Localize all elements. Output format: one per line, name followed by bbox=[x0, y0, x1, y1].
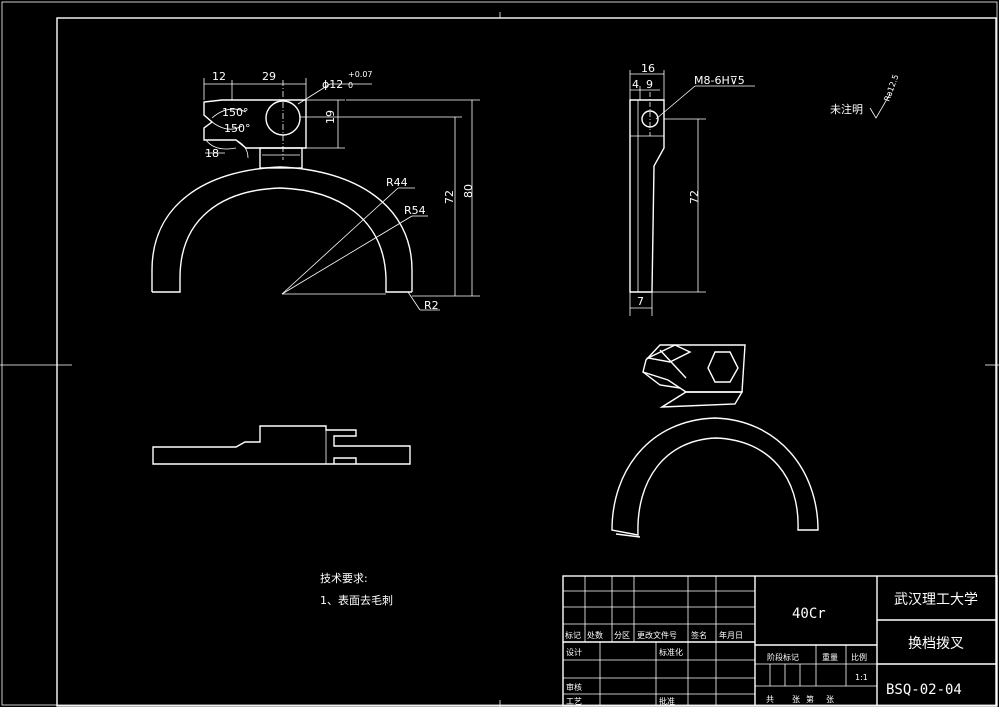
label-pizhun: 批准 bbox=[659, 696, 675, 706]
title-block-text: 40Cr 武汉理工大学 换档拨叉 BSQ-02-04 标记 处数 分区 更改文件… bbox=[565, 592, 978, 706]
dim-r54: R54 bbox=[404, 204, 426, 217]
dim-72-side: 72 bbox=[688, 190, 701, 204]
header-gengai: 更改文件号 bbox=[637, 630, 677, 640]
label-shenhe: 审核 bbox=[566, 682, 582, 692]
header-fenqu: 分区 bbox=[614, 631, 630, 640]
label-di: 第 bbox=[806, 694, 814, 704]
label-bili: 比例 bbox=[851, 652, 867, 662]
drawing-number: BSQ-02-04 bbox=[886, 682, 962, 698]
front-view-dimensions: 12 29 ϕ12 +0.07 0 150° 150° 19 18 80 72 … bbox=[205, 70, 475, 312]
tech-req-title: 技术要求: bbox=[320, 572, 368, 585]
dim-hole-tol-upper: +0.07 bbox=[348, 70, 373, 79]
header-date: 年月日 bbox=[719, 630, 743, 640]
surface-note-label: 未注明 bbox=[830, 102, 863, 116]
dim-19: 19 bbox=[324, 110, 337, 124]
dim-angle-b: 150° bbox=[224, 122, 251, 135]
surface-roughness-note: 未注明 Ra12.5 bbox=[830, 73, 900, 119]
header-biaoji: 标记 bbox=[565, 630, 581, 640]
label-gongyi: 工艺 bbox=[566, 697, 582, 706]
thread-spec: M8-6H⊽5 bbox=[694, 74, 745, 87]
dim-7: 7 bbox=[637, 295, 644, 308]
header-qianming: 签名 bbox=[691, 630, 707, 640]
front-view bbox=[151, 78, 480, 311]
side-view-dimensions: 16 4 9 M8-6H⊽5 72 7 bbox=[632, 62, 745, 308]
dim-72: 72 bbox=[443, 190, 456, 204]
label-zhongliang: 重量 bbox=[822, 652, 838, 662]
dim-9: 9 bbox=[646, 78, 653, 91]
dim-hole-tol-lower: 0 bbox=[348, 81, 353, 90]
material: 40Cr bbox=[792, 606, 826, 622]
label-zhang-1: 张 bbox=[792, 695, 800, 704]
surface-note-symbol: Ra12.5 bbox=[882, 73, 900, 102]
label-biaozhunhua: 标准化 bbox=[659, 647, 683, 657]
label-zhang-2: 张 bbox=[826, 695, 834, 704]
dim-29: 29 bbox=[262, 70, 276, 83]
dim-18: 18 bbox=[205, 147, 219, 160]
label-jieduan: 阶段标记 bbox=[767, 652, 799, 662]
dim-r2: R2 bbox=[424, 299, 439, 312]
isometric-view bbox=[611, 344, 819, 538]
dim-r44: R44 bbox=[386, 176, 408, 189]
part-name: 换档拨叉 bbox=[908, 635, 964, 652]
scale-value: 1:1 bbox=[855, 673, 868, 682]
dim-4: 4 bbox=[632, 78, 639, 91]
technical-requirements: 技术要求: 1、表面去毛刺 bbox=[320, 572, 393, 607]
dim-16: 16 bbox=[641, 62, 655, 75]
dim-angle-a: 150° bbox=[222, 106, 249, 119]
label-gong: 共 bbox=[766, 695, 774, 704]
tech-req-item-1: 1、表面去毛刺 bbox=[320, 593, 393, 607]
dim-12: 12 bbox=[212, 70, 226, 83]
label-sheji: 设计 bbox=[566, 647, 582, 657]
dim-80: 80 bbox=[462, 184, 475, 198]
dim-hole: ϕ12 bbox=[322, 78, 343, 91]
top-view bbox=[152, 425, 411, 465]
school-name: 武汉理工大学 bbox=[894, 592, 978, 608]
header-chushu: 处数 bbox=[587, 630, 603, 640]
cad-drawing: 12 29 ϕ12 +0.07 0 150° 150° 19 18 80 72 … bbox=[0, 1, 999, 707]
